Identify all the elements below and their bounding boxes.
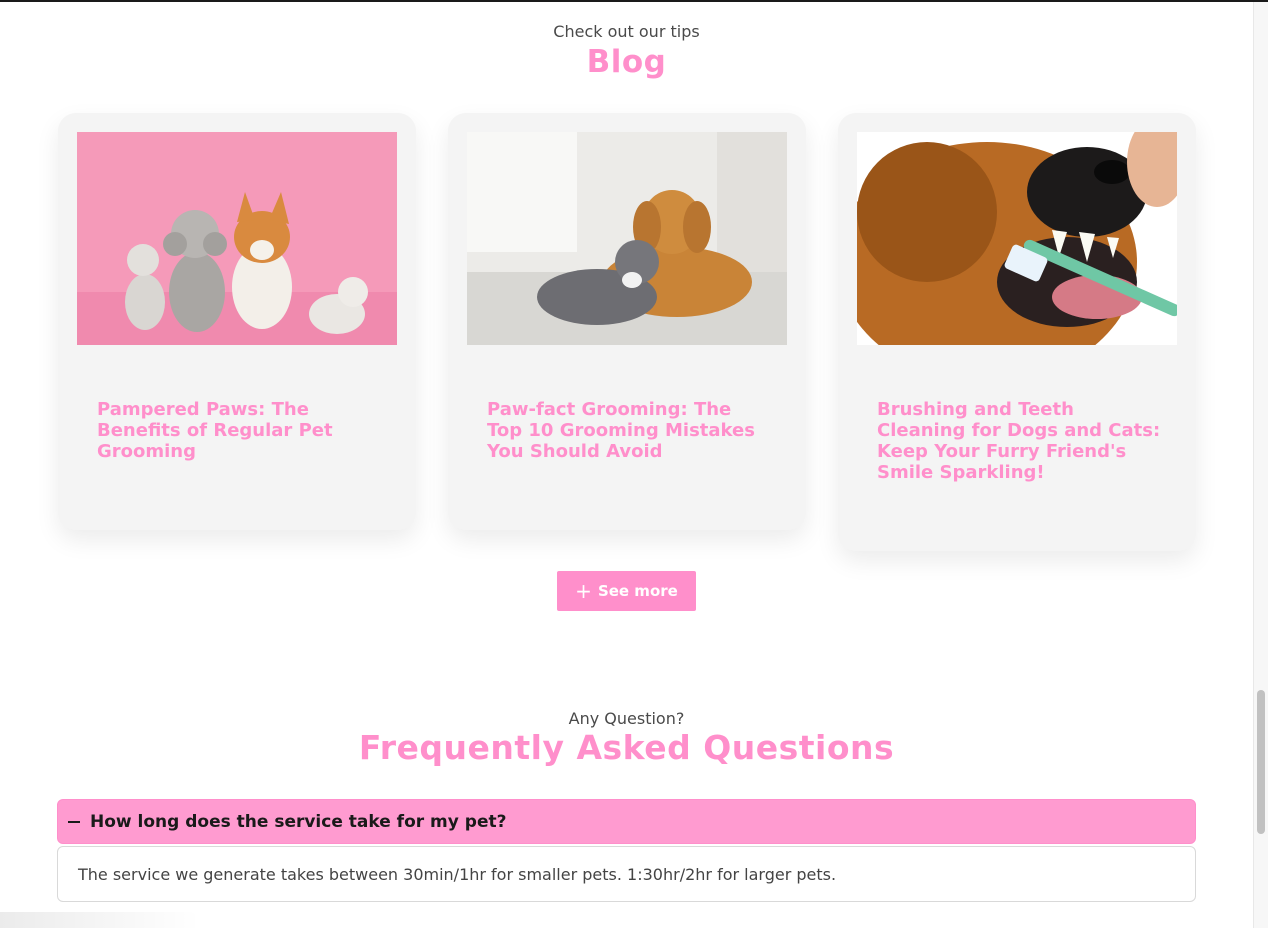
faq-question: How long does the service take for my pe… (90, 811, 507, 832)
see-more-button[interactable]: + See more (557, 571, 696, 611)
faq-title: Frequently Asked Questions (358, 728, 895, 767)
floating-widget-edge (0, 912, 200, 928)
faq-item-header[interactable]: How long does the service take for my pe… (57, 799, 1196, 844)
minus-icon (68, 820, 80, 823)
blog-card-title[interactable]: Brushing and Teeth Cleaning for Dogs and… (877, 399, 1162, 483)
blog-eyebrow: Check out our tips (553, 22, 700, 41)
see-more-label: See more (597, 582, 678, 600)
blog-card-title[interactable]: Pampered Paws: The Benefits of Regular P… (97, 399, 382, 462)
blog-card-title[interactable]: Paw-fact Grooming: The Top 10 Grooming M… (487, 399, 772, 462)
blog-card-image[interactable] (857, 132, 1177, 345)
blog-card-image[interactable] (467, 132, 787, 345)
page-content: Check out our tips Blog Pampered Paws: T… (0, 2, 1253, 928)
blog-title: Blog (586, 44, 667, 80)
blog-card-image[interactable] (77, 132, 397, 345)
blog-card[interactable]: Paw-fact Grooming: The Top 10 Grooming M… (448, 113, 806, 530)
scrollbar-thumb[interactable] (1257, 690, 1265, 834)
faq-eyebrow: Any Question? (568, 709, 685, 728)
faq-answer: The service we generate takes between 30… (57, 846, 1196, 902)
blog-card[interactable]: Pampered Paws: The Benefits of Regular P… (58, 113, 416, 530)
plus-icon: + (575, 579, 592, 603)
blog-card[interactable]: Brushing and Teeth Cleaning for Dogs and… (838, 113, 1196, 551)
